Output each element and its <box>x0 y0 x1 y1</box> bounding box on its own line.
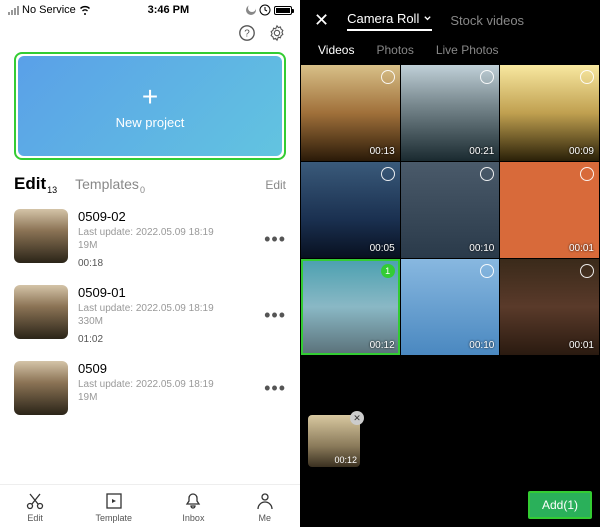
carrier-text: No Service <box>22 4 76 16</box>
clip-duration: 00:10 <box>469 243 494 254</box>
project-thumb <box>14 285 68 339</box>
plus-icon: + <box>142 83 158 111</box>
tab-bottom-inbox[interactable]: Inbox <box>182 491 204 523</box>
media-clip[interactable]: 00:13 <box>301 65 400 161</box>
media-tab-live[interactable]: Live Photos <box>436 43 499 57</box>
media-clip[interactable]: 1 00:12 <box>301 259 400 355</box>
media-tab-videos[interactable]: Videos <box>318 43 354 57</box>
tab-templates[interactable]: Templates0 <box>75 176 145 195</box>
add-button[interactable]: Add(1) <box>528 491 592 519</box>
tab-edit[interactable]: Edit13 <box>14 174 57 195</box>
tab-bottom-me[interactable]: Me <box>255 491 275 523</box>
bell-icon <box>183 491 203 511</box>
moon-icon <box>246 5 256 15</box>
clip-duration: 00:01 <box>569 243 594 254</box>
project-meta: Last update: 2022.05.09 18:1919M <box>78 226 254 252</box>
clip-duration: 00:05 <box>370 243 395 254</box>
more-icon[interactable]: ••• <box>264 378 286 399</box>
source-camera-roll[interactable]: Camera Roll <box>347 11 432 31</box>
media-tab-photos[interactable]: Photos <box>376 43 413 57</box>
clip-duration: 00:01 <box>569 340 594 351</box>
more-icon[interactable]: ••• <box>264 229 286 250</box>
clip-duration: 00:21 <box>469 146 494 157</box>
source-stock-videos[interactable]: Stock videos <box>450 13 524 28</box>
project-title: 0509-01 <box>78 285 254 300</box>
remove-clip-icon[interactable]: ✕ <box>350 411 364 425</box>
project-list: 0509-02Last update: 2022.05.09 18:1919M0… <box>0 201 300 527</box>
tab-bottom-edit[interactable]: Edit <box>25 491 45 523</box>
select-circle[interactable] <box>381 167 395 181</box>
chevron-down-icon <box>423 14 432 23</box>
project-title: 0509-02 <box>78 209 254 224</box>
media-clip[interactable]: 00:10 <box>401 259 500 355</box>
clip-duration: 00:12 <box>370 340 395 351</box>
rotation-lock-icon <box>259 4 271 16</box>
media-clip[interactable]: 00:01 <box>500 162 599 258</box>
template-icon <box>104 491 124 511</box>
project-row[interactable]: 0509-02 Last update: 2022.05.09 18:1919M 0… <box>0 201 300 277</box>
edit-list-button[interactable]: Edit <box>265 178 286 192</box>
project-row[interactable]: 0509-01 Last update: 2022.05.09 18:19330M… <box>0 277 300 353</box>
media-clip[interactable]: 00:10 <box>401 162 500 258</box>
project-title: 0509 <box>78 361 254 376</box>
clip-duration: 00:10 <box>469 340 494 351</box>
signal-icon <box>8 6 19 15</box>
project-thumb <box>14 361 68 415</box>
battery-icon <box>274 6 292 15</box>
help-icon[interactable]: ? <box>238 24 256 42</box>
clock-text: 3:46 PM <box>148 4 190 16</box>
close-icon[interactable]: ✕ <box>314 10 329 31</box>
media-grid: 00:13 00:21 00:09 00:05 00:10 00:01 1 00:12 00:1… <box>300 65 600 355</box>
tray-clip-duration: 00:12 <box>334 455 357 465</box>
status-bar: No Service 3:46 PM <box>0 0 300 20</box>
person-icon <box>255 491 275 511</box>
media-clip[interactable]: 00:01 <box>500 259 599 355</box>
project-meta: Last update: 2022.05.09 18:19330M <box>78 302 254 328</box>
more-icon[interactable]: ••• <box>264 305 286 326</box>
select-circle[interactable] <box>580 70 594 84</box>
select-circle[interactable] <box>480 264 494 278</box>
select-circle[interactable] <box>580 167 594 181</box>
project-row[interactable]: 0509 Last update: 2022.05.09 18:1919M ••• <box>0 353 300 423</box>
svg-text:?: ? <box>244 29 250 40</box>
tab-bottom-template[interactable]: Template <box>96 491 133 523</box>
select-circle[interactable] <box>580 264 594 278</box>
project-thumb <box>14 209 68 263</box>
media-clip[interactable]: 00:05 <box>301 162 400 258</box>
selection-badge: 1 <box>381 264 395 278</box>
media-clip[interactable]: 00:21 <box>401 65 500 161</box>
project-duration: 01:02 <box>78 334 254 345</box>
clip-duration: 00:09 <box>569 146 594 157</box>
bottom-tabbar: Edit Template Inbox Me <box>0 484 300 527</box>
scissors-icon <box>25 491 45 511</box>
project-meta: Last update: 2022.05.09 18:1919M <box>78 378 254 404</box>
wifi-icon <box>79 5 91 15</box>
select-circle[interactable] <box>480 167 494 181</box>
select-circle[interactable] <box>381 70 395 84</box>
media-clip[interactable]: 00:09 <box>500 65 599 161</box>
new-project-button[interactable]: + New project <box>14 52 286 160</box>
new-project-label: New project <box>116 115 185 130</box>
clip-duration: 00:13 <box>370 146 395 157</box>
project-duration: 00:18 <box>78 258 254 269</box>
select-circle[interactable] <box>480 70 494 84</box>
settings-icon[interactable] <box>268 24 286 42</box>
tray-clip[interactable]: ✕ 00:12 <box>308 415 360 467</box>
